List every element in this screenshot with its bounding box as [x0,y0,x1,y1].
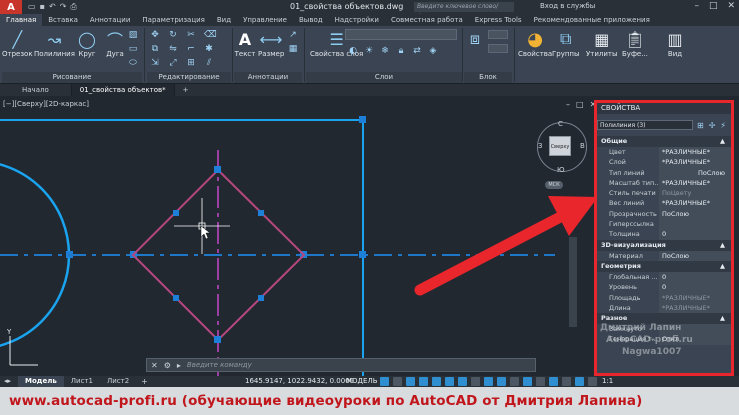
command-prompt-icon: ▸ [176,360,181,370]
lineweight-icon[interactable] [471,377,480,386]
property-row[interactable]: Прозрачность ПоСлою [597,208,731,220]
autoscale-icon[interactable] [575,377,584,386]
section-geometry[interactable]: Геометрия ▲ [597,260,731,272]
grid-icon[interactable] [380,377,389,386]
command-close-icon[interactable]: ✕ [151,361,158,370]
viewcube-north[interactable]: С [558,120,563,128]
watermark: Дмитрий Лапин AutoCAD-profi.ru Nagwa1007 [600,322,734,358]
promo-banner: www.autocad-profi.ru (обучающие видеоуро… [0,387,739,415]
snap-icon[interactable] [393,377,402,386]
model-tab[interactable]: Модель [18,376,64,387]
property-row[interactable]: Материал ПоСлою [597,250,731,261]
select-objects-icon[interactable]: ✢ [709,121,716,130]
toggle-pickadd-icon[interactable]: ⊞ [697,121,704,130]
ucs-y-label: Y [6,328,12,336]
annotation-arrow [414,206,576,296]
grip [173,295,179,301]
grip [214,336,221,343]
property-row[interactable]: Площадь *РАЗЛИЧНЫЕ* [597,292,731,303]
object-type-select[interactable]: Полилиния (3) [597,120,693,130]
navigation-bar[interactable] [569,237,577,327]
gizmo-icon[interactable] [549,377,558,386]
selection-filter-icon[interactable] [536,377,545,386]
annotation-scale[interactable]: 1:1 [602,376,613,387]
property-row[interactable]: Длина *РАЗЛИЧНЫЕ* [597,302,731,314]
property-row[interactable]: Стиль печати ПоЦвету [597,188,731,199]
transparency-icon[interactable] [484,377,493,386]
properties-grid: Общие ▲ Цвет *РАЗЛИЧНЫЕ* Слой *РАЗЛИЧНЫЕ* Т… [597,136,731,345]
layout-nav-icon[interactable]: ◂▸ [0,376,18,387]
quick-select-icon[interactable]: ⚡ [720,121,726,130]
grip [359,116,366,123]
grip [359,251,366,258]
selection-cycling-icon[interactable] [497,377,506,386]
command-line: ✕ ⚙ ▸ Введите команду [146,358,536,372]
status-toggles [380,377,597,386]
grip [258,295,264,301]
properties-title: СВОЙСТВА [597,103,731,114]
ucs-menu-button[interactable]: МСК [545,181,563,189]
3d-osnap-icon[interactable] [510,377,519,386]
section-general[interactable]: Общие ▲ [597,136,731,147]
viewcube-east[interactable]: В [580,142,585,150]
property-row[interactable]: Цвет *РАЗЛИЧНЫЕ* [597,147,731,158]
grip [214,166,221,173]
viewcube-top-face[interactable]: Сверху [549,136,571,156]
annotation-visibility-icon[interactable] [562,377,571,386]
grip [173,210,179,216]
property-row[interactable]: Вес линий *РАЗЛИЧНЫЕ* [597,198,731,209]
model-space-button[interactable]: МОДЕЛЬ [346,376,378,387]
layout1-tab[interactable]: Лист1 [64,376,100,387]
osnap-icon[interactable] [458,377,467,386]
annotation-scale-icon[interactable] [588,377,597,386]
autocad-window: { "titlebar": { "logo": "A", "doc_title"… [0,0,739,415]
coordinates-readout[interactable]: 1645.9147, 1022.9432, 0.0000 [245,376,354,387]
otrack-icon[interactable] [445,377,454,386]
dynamic-ucs-icon[interactable] [523,377,532,386]
property-row[interactable]: Слой *РАЗЛИЧНЫЕ* [597,157,731,168]
command-settings-icon[interactable]: ⚙ [164,361,171,370]
watermark-line: Nagwa1007 [622,347,682,357]
property-row[interactable]: Гиперссылка [597,219,731,230]
ortho-icon[interactable] [406,377,415,386]
isodraft-icon[interactable] [432,377,441,386]
viewcube-west[interactable]: З [538,142,543,150]
watermark-line: AutoCAD-profi.ru [606,335,693,345]
selection-row: Полилиния (3) ⊞ ✢ ⚡ [597,119,731,131]
grip [258,210,264,216]
polar-icon[interactable] [419,377,428,386]
watermark-line: Дмитрий Лапин [600,323,682,333]
property-row[interactable]: Толщина 0 [597,229,731,240]
add-layout-button[interactable]: + [136,377,153,386]
command-input[interactable]: Введите команду [187,361,252,369]
property-row[interactable]: Глобальная ... 0 [597,271,731,283]
viewcube-south[interactable]: Ю [557,166,565,174]
layout2-tab[interactable]: Лист2 [100,376,136,387]
property-row[interactable]: Тип линий ПоСлою [597,167,731,178]
section-3d-visualization[interactable]: 3D-визуализация ▲ [597,239,731,251]
property-row[interactable]: Уровень 0 [597,282,731,293]
property-row[interactable]: Масштаб тип... *РАЗЛИЧНЫЕ* [597,177,731,189]
